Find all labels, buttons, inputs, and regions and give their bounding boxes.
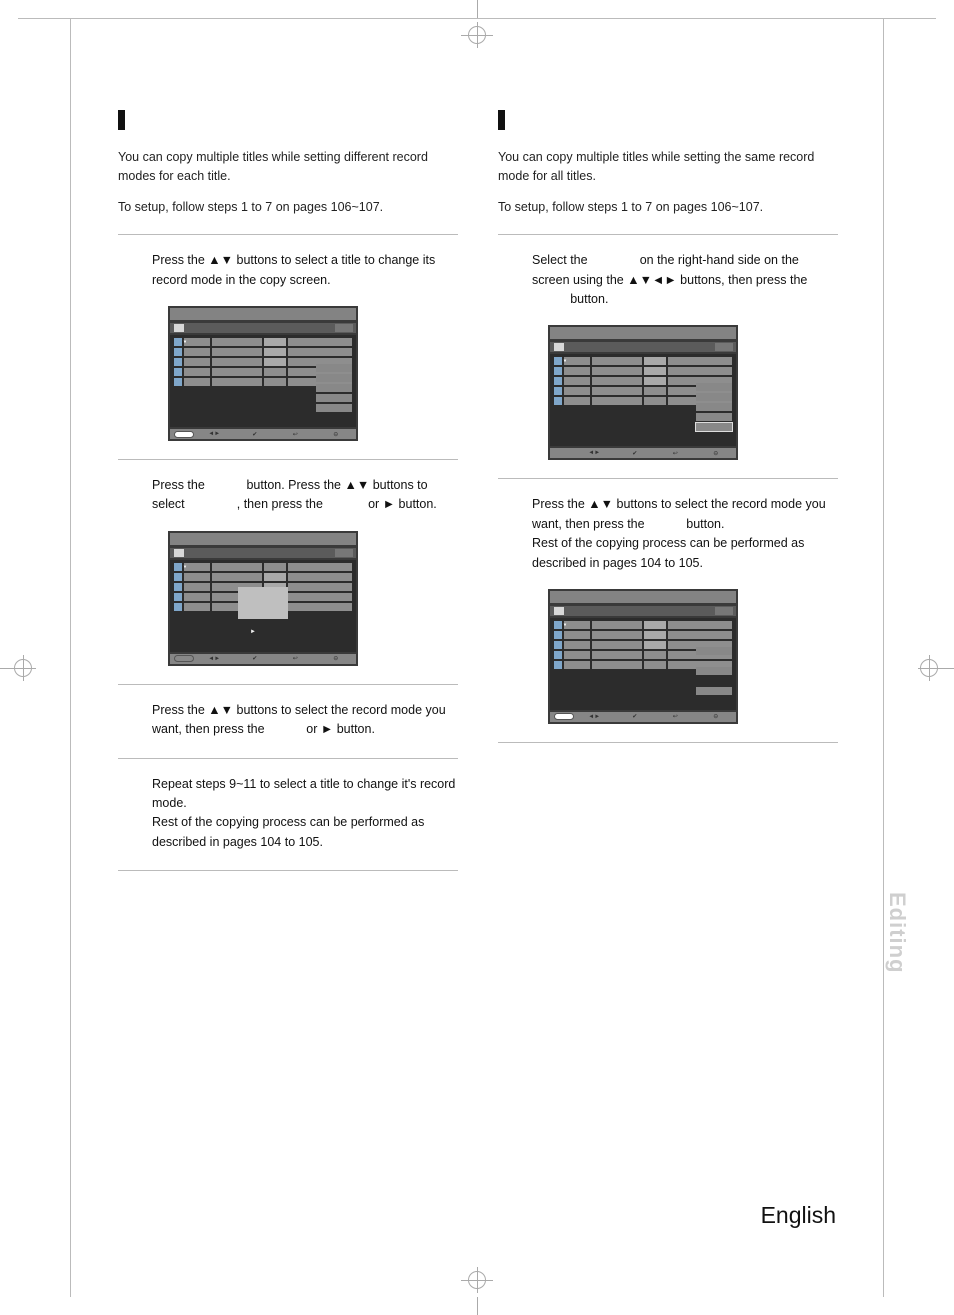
- right-intro-2: To setup, follow steps 1 to 7 on pages 1…: [498, 198, 838, 217]
- text: Press the: [152, 253, 208, 267]
- left-intro-2: To setup, follow steps 1 to 7 on pages 1…: [118, 198, 458, 217]
- text: or: [306, 722, 321, 736]
- divider: [498, 742, 838, 743]
- right-arrow-icon: ►: [321, 722, 333, 736]
- divider: [118, 684, 458, 685]
- section-marker-icon: [498, 110, 505, 130]
- section-heading-left: [118, 110, 458, 130]
- crop-mark-right: [904, 655, 954, 681]
- left-step-9: Press the ▲▼ buttons to select a title t…: [118, 251, 458, 290]
- divider: [118, 758, 458, 759]
- divider: [118, 459, 458, 460]
- crop-mark-left: [0, 655, 50, 681]
- guide-line: [70, 18, 71, 1297]
- left-step-11: Press the ▲▼ buttons to select the recor…: [118, 701, 458, 740]
- right-intro-1: You can copy multiple titles while setti…: [498, 148, 838, 186]
- divider: [118, 234, 458, 235]
- osd-screenshot-1: ▼ ▼ ▼ ◄►✔↩⊖: [168, 306, 358, 441]
- updown-arrows-icon: ▲▼: [208, 703, 233, 717]
- text: button.: [570, 292, 608, 306]
- guide-line: [883, 18, 884, 1297]
- text: Press the: [152, 703, 208, 717]
- side-section-label: Editing: [884, 892, 910, 974]
- osd-screenshot-r2: ▼ ▼ ▼ ◄►✔↩⊖: [548, 589, 738, 724]
- all-arrows-icon: ▲▼◄►: [627, 273, 677, 287]
- left-column: You can copy multiple titles while setti…: [118, 110, 458, 887]
- left-step-12: Repeat steps 9~11 to select a title to c…: [118, 775, 458, 853]
- divider: [118, 870, 458, 871]
- text: button. Press the: [246, 478, 344, 492]
- osd-screenshot-r1: ▼ ▼ ▼ ◄►✔↩⊖: [548, 325, 738, 460]
- text: Select the: [532, 253, 591, 267]
- right-column: You can copy multiple titles while setti…: [498, 110, 838, 887]
- text: button.: [395, 497, 437, 511]
- crop-mark-top: [457, 0, 497, 50]
- text: Rest of the copying process can be perfo…: [152, 813, 458, 852]
- right-arrow-icon: ►: [383, 497, 395, 511]
- left-step-10: Press the button. Press the ▲▼ buttons t…: [118, 476, 458, 515]
- updown-arrows-icon: ▲▼: [208, 253, 233, 267]
- text: Rest of the copying process can be perfo…: [532, 534, 838, 573]
- section-heading-right: [498, 110, 838, 130]
- page-language: English: [761, 1202, 836, 1229]
- page-content: You can copy multiple titles while setti…: [118, 110, 843, 887]
- updown-arrows-icon: ▲▼: [344, 478, 369, 492]
- text: button.: [686, 517, 724, 531]
- osd-screenshot-2: ▼ ▼ ► ◄►✔↩⊖: [168, 531, 358, 666]
- right-step-10: Press the ▲▼ buttons to select the recor…: [498, 495, 838, 573]
- text: or: [368, 497, 383, 511]
- updown-arrows-icon: ▲▼: [588, 497, 613, 511]
- divider: [498, 234, 838, 235]
- crop-mark-bottom: [457, 1265, 497, 1315]
- text: Press the: [532, 497, 588, 511]
- text: Repeat steps 9~11 to select a title to c…: [152, 775, 458, 814]
- divider: [498, 478, 838, 479]
- text: , then press the: [237, 497, 327, 511]
- left-intro-1: You can copy multiple titles while setti…: [118, 148, 458, 186]
- section-marker-icon: [118, 110, 125, 130]
- right-step-9: Select the on the right-hand side on the…: [498, 251, 838, 309]
- text: buttons, then press the: [677, 273, 808, 287]
- text: Press the: [152, 478, 208, 492]
- text: button.: [333, 722, 375, 736]
